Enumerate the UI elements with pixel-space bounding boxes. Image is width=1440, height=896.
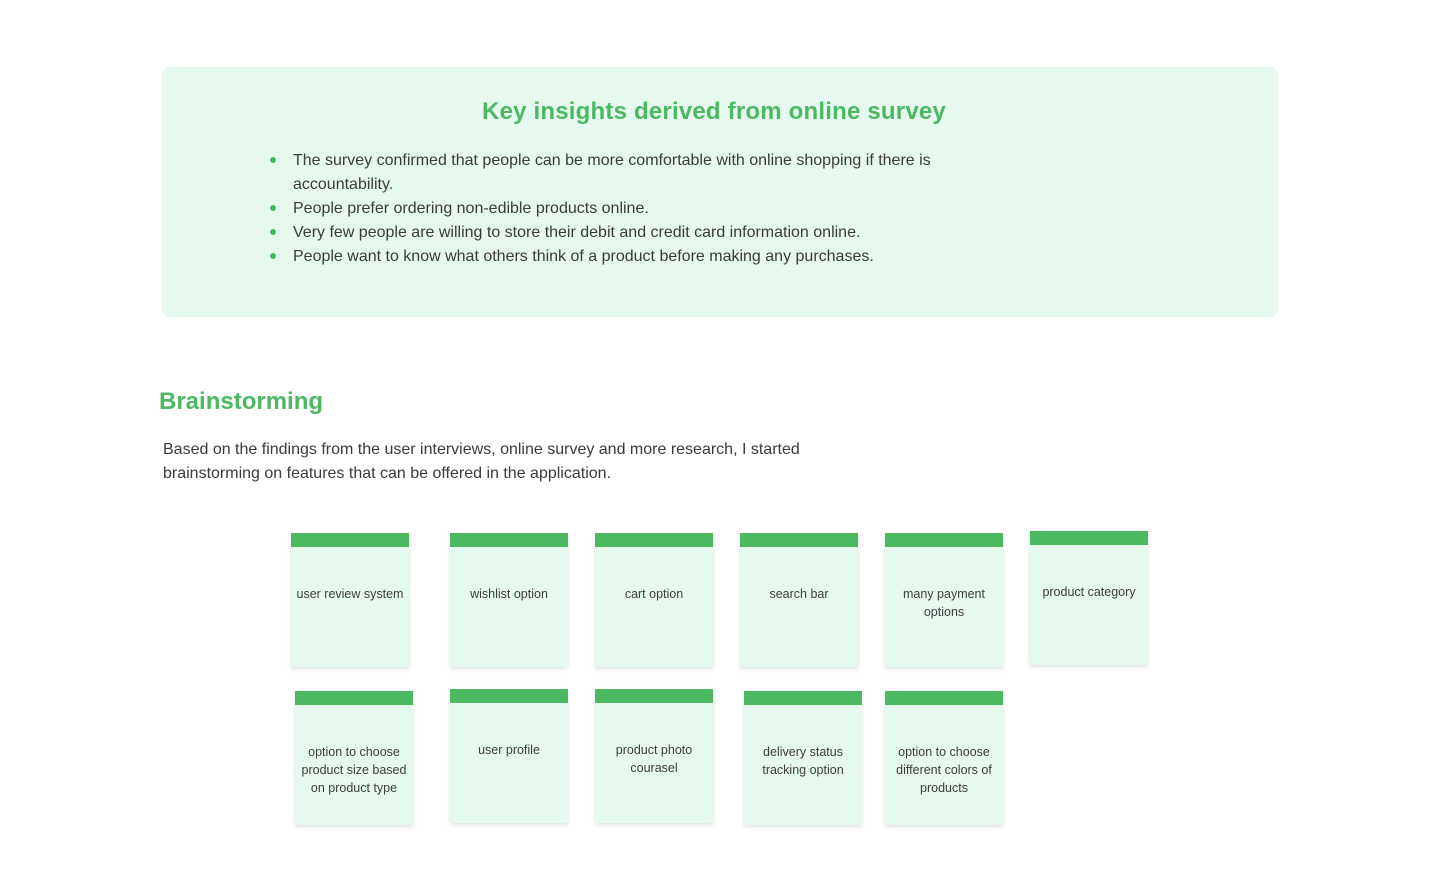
bullet-icon bbox=[270, 229, 276, 235]
sticky-note: product category bbox=[1030, 531, 1148, 665]
sticky-note: many payment options bbox=[885, 533, 1003, 667]
sticky-note: cart option bbox=[595, 533, 713, 667]
sticky-note-tab bbox=[450, 533, 568, 547]
brainstorming-description: Based on the findings from the user inte… bbox=[163, 441, 800, 482]
sticky-note-text: cart option bbox=[624, 587, 684, 601]
bullet-icon bbox=[270, 205, 276, 211]
sticky-note: product photo courasel bbox=[595, 689, 713, 823]
sticky-note: delivery status tracking option bbox=[744, 691, 862, 825]
insight-item: People prefer ordering non-edible produc… bbox=[270, 197, 1013, 221]
page: Key insights derived from online survey … bbox=[0, 0, 1440, 896]
bullet-icon bbox=[270, 157, 276, 163]
insight-text: The survey confirmed that people can be … bbox=[293, 152, 931, 193]
sticky-note: user profile bbox=[450, 689, 568, 823]
insights-list: The survey confirmed that people can be … bbox=[270, 149, 1013, 269]
insight-text: People want to know what others think of… bbox=[293, 248, 874, 265]
sticky-note-tab bbox=[1030, 531, 1148, 545]
sticky-note-tab bbox=[885, 533, 1003, 547]
sticky-note-tab bbox=[295, 691, 413, 705]
sticky-note-text: delivery status tracking option bbox=[762, 745, 844, 777]
sticky-note-text: option to choose product size based on p… bbox=[301, 745, 407, 795]
sticky-note-text: many payment options bbox=[903, 587, 985, 619]
sticky-note-text: product category bbox=[1042, 585, 1136, 599]
sticky-note-text: user review system bbox=[296, 587, 404, 601]
sticky-note: option to choose different colors of pro… bbox=[885, 691, 1003, 825]
sticky-note-tab bbox=[740, 533, 858, 547]
insight-item: People want to know what others think of… bbox=[270, 245, 1013, 269]
sticky-note-tab bbox=[595, 533, 713, 547]
sticky-note-tab bbox=[450, 689, 568, 703]
brainstorming-title: Brainstorming bbox=[159, 388, 324, 415]
insight-text: People prefer ordering non-edible produc… bbox=[293, 200, 649, 217]
sticky-note-text: wishlist option bbox=[470, 587, 548, 601]
bullet-icon bbox=[270, 253, 276, 259]
sticky-note-text: product photo courasel bbox=[615, 743, 693, 775]
insight-item: Very few people are willing to store the… bbox=[270, 221, 1013, 245]
sticky-note-text: user profile bbox=[478, 743, 540, 757]
insight-text: Very few people are willing to store the… bbox=[293, 224, 861, 241]
sticky-note-tab bbox=[291, 533, 409, 547]
sticky-note-text: search bar bbox=[769, 587, 829, 601]
sticky-note: search bar bbox=[740, 533, 858, 667]
sticky-note-text: option to choose different colors of pro… bbox=[896, 745, 992, 795]
sticky-note: user review system bbox=[291, 533, 409, 667]
sticky-note-tab bbox=[885, 691, 1003, 705]
insight-item: The survey confirmed that people can be … bbox=[270, 149, 1013, 197]
sticky-note: option to choose product size based on p… bbox=[295, 691, 413, 825]
sticky-note-tab bbox=[744, 691, 862, 705]
sticky-note: wishlist option bbox=[450, 533, 568, 667]
sticky-note-tab bbox=[595, 689, 713, 703]
insights-title: Key insights derived from online survey bbox=[482, 98, 946, 125]
